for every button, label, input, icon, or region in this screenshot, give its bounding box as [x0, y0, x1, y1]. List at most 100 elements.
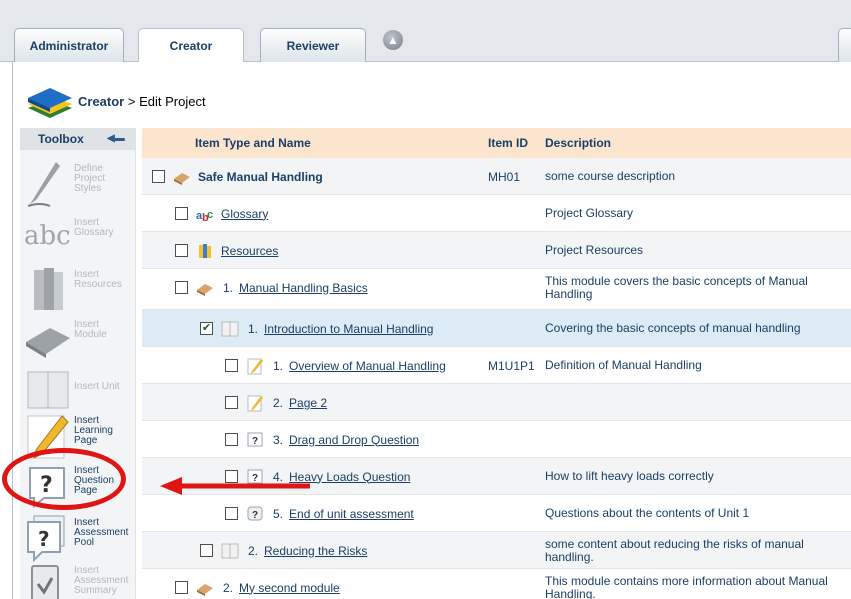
- table-row[interactable]: a b c Glossary Project Glossary: [142, 195, 851, 232]
- tool-label: Insert Module: [74, 319, 107, 340]
- row-checkbox[interactable]: [225, 433, 238, 446]
- tab-partial[interactable]: [838, 28, 851, 62]
- svg-text:c: c: [207, 209, 213, 221]
- page-icon: [247, 395, 263, 412]
- row-name: Glossary: [221, 195, 268, 232]
- toolbox-panel: Toolbox ◀▬ Define Project Styles abc Ins…: [20, 128, 136, 599]
- pin-icon[interactable]: ◀▬: [107, 134, 125, 144]
- row-name-link[interactable]: Page 2: [289, 396, 327, 410]
- row-description: How to lift heavy loads correctly: [545, 469, 714, 483]
- pen-icon: [27, 162, 60, 207]
- row-number: 1.: [248, 321, 259, 336]
- tool-insert-module[interactable]: Insert Module: [20, 314, 136, 366]
- row-checkbox[interactable]: [175, 581, 188, 594]
- row-name: Safe Manual Handling: [198, 158, 323, 195]
- row-number: 2.: [273, 395, 284, 410]
- breadcrumb-separator: >: [124, 94, 140, 109]
- row-description: Project Glossary: [545, 206, 634, 220]
- row-name-link[interactable]: Resources: [221, 244, 278, 258]
- table-row[interactable]: Resources Project Resources: [142, 232, 851, 269]
- row-name: 1. Introduction to Manual Handling: [248, 310, 433, 347]
- table-row[interactable]: 1. Manual Handling Basics This module cove…: [142, 269, 851, 310]
- row-number: 1.: [273, 358, 284, 373]
- tool-label: Insert Assessment Pool: [74, 517, 129, 548]
- table-row[interactable]: 2. Reducing the Risks some content about r…: [142, 532, 851, 569]
- table-row[interactable]: Safe Manual Handling MH01 some course desc…: [142, 158, 851, 195]
- row-description: some content about reducing the risks of…: [545, 536, 804, 564]
- row-checkbox[interactable]: [175, 281, 188, 294]
- table-row[interactable]: 1. Overview of Manual Handling M1U1P1 Defin…: [142, 347, 851, 384]
- column-header-description[interactable]: Description: [545, 128, 611, 158]
- table-row[interactable]: ? 5. End of unit assessment Questions about…: [142, 495, 851, 532]
- row-name-link[interactable]: Overview of Manual Handling: [289, 359, 446, 373]
- row-checkbox[interactable]: [225, 507, 238, 520]
- module-icon: [197, 284, 213, 296]
- toolbox-header: Toolbox ◀▬: [20, 128, 135, 150]
- row-checkbox[interactable]: [152, 170, 165, 183]
- table-header: Item Type and Name Item ID Description: [142, 128, 851, 158]
- row-description: Definition of Manual Handling: [545, 358, 702, 372]
- svg-text:?: ?: [252, 510, 258, 521]
- assessment-icon: ?: [247, 506, 263, 521]
- tool-insert-resources[interactable]: Insert Resources: [20, 264, 136, 316]
- table-row[interactable]: 2. My second module This module contains m…: [142, 569, 851, 599]
- row-name-link[interactable]: End of unit assessment: [289, 507, 414, 521]
- svg-text:?: ?: [252, 436, 258, 447]
- module-icon: [197, 584, 213, 596]
- tool-label: Insert Unit: [74, 381, 120, 392]
- row-name-link[interactable]: Glossary: [221, 207, 268, 221]
- row-name-link[interactable]: My second module: [239, 581, 340, 595]
- row-name-link[interactable]: Manual Handling Basics: [239, 281, 368, 295]
- column-header-id[interactable]: Item ID: [488, 128, 528, 158]
- tool-insert-glossary[interactable]: abc Insert Glossary: [20, 212, 136, 264]
- table-row[interactable]: ? 3. Drag and Drop Question: [142, 421, 851, 458]
- abc-icon: abc: [24, 221, 71, 251]
- row-checkbox[interactable]: ✔: [200, 322, 213, 335]
- breadcrumb-creator[interactable]: Creator: [78, 94, 124, 109]
- tool-label: Insert Learning Page: [74, 415, 113, 446]
- row-name: 1. Manual Handling Basics: [223, 269, 368, 306]
- row-description: This module contains more information ab…: [545, 573, 828, 599]
- row-checkbox[interactable]: [175, 244, 188, 257]
- tab-administrator[interactable]: Administrator: [14, 28, 124, 62]
- row-checkbox[interactable]: [200, 544, 213, 557]
- row-description: This module covers the basic concepts of…: [545, 273, 808, 301]
- row-name: 3. Drag and Drop Question: [273, 421, 419, 458]
- row-description: some course description: [545, 169, 676, 183]
- row-name-link[interactable]: Drag and Drop Question: [289, 433, 419, 447]
- svg-text:abc: abc: [24, 221, 71, 251]
- unit-icon: [221, 321, 239, 337]
- course-icon: [174, 173, 190, 185]
- table-row[interactable]: ✔ 1. Introduction to Manual Handling Coveri…: [142, 310, 851, 347]
- arrow-up-icon[interactable]: ▲: [383, 30, 403, 50]
- tab-creator[interactable]: Creator: [138, 28, 244, 63]
- row-name-link[interactable]: Introduction to Manual Handling: [264, 322, 433, 336]
- tool-define-project-styles[interactable]: Define Project Styles: [20, 158, 136, 210]
- table-row[interactable]: 2. Page 2: [142, 384, 851, 421]
- tab-reviewer[interactable]: Reviewer: [260, 28, 366, 62]
- tool-insert-assessment-pool[interactable]: ? Insert Assessment Pool: [20, 512, 136, 564]
- tool-label: Insert Resources: [74, 269, 122, 290]
- row-number: 3.: [273, 432, 284, 447]
- row-description: Questions about the contents of Unit 1: [545, 506, 750, 520]
- open-book-icon: [27, 371, 69, 409]
- row-description: Project Resources: [545, 243, 644, 257]
- project-table: Item Type and Name Item ID Description S…: [142, 128, 851, 599]
- column-header-name[interactable]: Item Type and Name: [195, 128, 311, 158]
- tool-insert-unit[interactable]: Insert Unit: [20, 364, 136, 416]
- page-icon: [247, 358, 263, 375]
- annotation-circle: [2, 448, 126, 510]
- tool-insert-assessment-summary[interactable]: Insert Assessment Summary: [20, 560, 136, 599]
- row-item-id: MH01: [488, 169, 521, 184]
- row-name: 5. End of unit assessment: [273, 495, 414, 532]
- tool-label: Insert Assessment Summary: [74, 565, 129, 596]
- row-checkbox[interactable]: [225, 359, 238, 372]
- row-checkbox[interactable]: [175, 207, 188, 220]
- breadcrumb: Creator > Edit Project: [78, 94, 206, 109]
- question-icon: ?: [247, 432, 263, 447]
- row-name: 2. My second module: [223, 569, 340, 599]
- row-checkbox[interactable]: [225, 396, 238, 409]
- books-logo-icon: [28, 88, 72, 118]
- row-name-link[interactable]: Reducing the Risks: [264, 544, 367, 558]
- clipboard-icon: [31, 565, 59, 599]
